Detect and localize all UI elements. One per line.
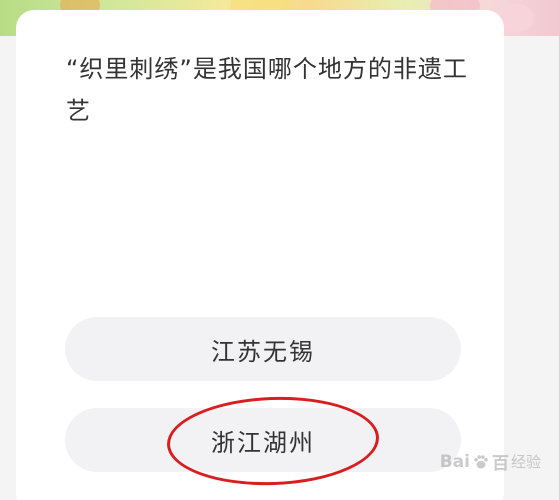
watermark-brand-suffix: 百	[491, 454, 509, 474]
option-button-2[interactable]: 浙江湖州	[65, 408, 461, 472]
paw-icon	[474, 454, 488, 468]
banner-flower-decor	[500, 4, 534, 32]
question-text: “织里刺绣”是我国哪个地方的非遗工艺	[66, 55, 468, 125]
option-label: 浙江湖州	[211, 428, 315, 457]
watermark-brand: Bai	[439, 451, 470, 472]
option-label: 江苏无锡	[211, 337, 315, 366]
option-button-1[interactable]: 江苏无锡	[65, 317, 461, 381]
watermark-sub: 经验	[510, 453, 541, 471]
watermark: Bai 百 经验	[439, 449, 541, 475]
